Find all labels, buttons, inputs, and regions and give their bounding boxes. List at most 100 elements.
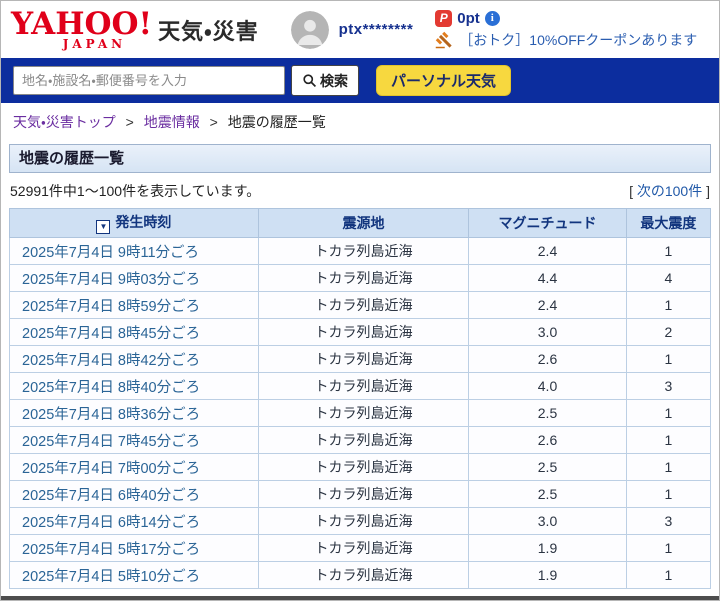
yahoo-logo-text: YAHOO! xyxy=(11,9,152,40)
earthquake-history-table: ▼ 発生時刻 震源地 マグニチュード 最大震度 2025年7月4日 9時11分ご… xyxy=(9,208,711,589)
result-count-row: 52991件中1〜100件を表示しています。 [ 次の100件 ] xyxy=(10,181,710,201)
avatar-icon xyxy=(291,11,329,49)
time-cell: 2025年7月4日 8時45分ごろ xyxy=(10,319,259,346)
magnitude-cell: 2.4 xyxy=(469,238,627,265)
next-bracket-close: ] xyxy=(702,183,710,199)
breadcrumb-link-weather-top[interactable]: 天気・災害トップ xyxy=(13,114,116,130)
epicenter-cell: トカラ列島近海 xyxy=(258,535,468,562)
quake-detail-link[interactable]: 2025年7月4日 6時40分ごろ xyxy=(22,488,200,504)
top-header: YAHOO! JAPAN 天気・災害 ptx******** P 0pt i xyxy=(1,1,719,58)
epicenter-cell: トカラ列島近海 xyxy=(258,481,468,508)
time-cell: 2025年7月4日 5時17分ごろ xyxy=(10,535,259,562)
table-row: 2025年7月4日 8時40分ごろ トカラ列島近海 4.0 3 xyxy=(10,373,711,400)
magnitude-cell: 4.0 xyxy=(469,373,627,400)
time-cell: 2025年7月4日 5時10分ごろ xyxy=(10,562,259,589)
intensity-cell: 1 xyxy=(626,562,710,589)
epicenter-cell: トカラ列島近海 xyxy=(258,238,468,265)
quake-detail-link[interactable]: 2025年7月4日 8時59分ごろ xyxy=(22,299,200,315)
page-bottom-edge xyxy=(1,596,719,600)
breadcrumb-separator: > xyxy=(210,114,218,130)
time-cell: 2025年7月4日 6時14分ごろ xyxy=(10,508,259,535)
sort-desc-icon[interactable]: ▼ xyxy=(96,220,110,234)
search-button[interactable]: 検索 xyxy=(291,65,359,96)
magnitude-cell: 2.6 xyxy=(469,427,627,454)
paypay-icon: P xyxy=(435,10,452,27)
next-bracket-open: [ xyxy=(629,183,637,199)
epicenter-cell: トカラ列島近海 xyxy=(258,265,468,292)
time-cell: 2025年7月4日 6時40分ごろ xyxy=(10,481,259,508)
intensity-cell: 1 xyxy=(626,481,710,508)
quake-detail-link[interactable]: 2025年7月4日 9時11分ごろ xyxy=(22,245,199,261)
magnitude-cell: 3.0 xyxy=(469,319,627,346)
service-title: 天気・災害 xyxy=(158,14,258,46)
auction-hammer-icon xyxy=(435,31,453,49)
magnitude-cell: 2.5 xyxy=(469,481,627,508)
time-cell: 2025年7月4日 8時40分ごろ xyxy=(10,373,259,400)
time-cell: 2025年7月4日 9時03分ごろ xyxy=(10,265,259,292)
result-count-text: 52991件中1〜100件を表示しています。 xyxy=(10,181,260,201)
magnitude-cell: 1.9 xyxy=(469,535,627,562)
coupon-text: ［おトク］10%OFFクーポンあります xyxy=(459,30,697,50)
epicenter-cell: トカラ列島近海 xyxy=(258,346,468,373)
magnitude-cell: 2.5 xyxy=(469,454,627,481)
quake-detail-link[interactable]: 2025年7月4日 8時42分ごろ xyxy=(22,353,200,369)
column-header-time[interactable]: ▼ 発生時刻 xyxy=(10,209,259,238)
epicenter-cell: トカラ列島近海 xyxy=(258,454,468,481)
time-cell: 2025年7月4日 9時11分ごろ xyxy=(10,238,259,265)
search-input[interactable] xyxy=(13,66,285,95)
time-cell: 2025年7月4日 8時36分ごろ xyxy=(10,400,259,427)
magnitude-cell: 2.6 xyxy=(469,346,627,373)
next-100-link[interactable]: 次の100件 xyxy=(637,183,702,199)
intensity-cell: 1 xyxy=(626,400,710,427)
magnitude-cell: 1.9 xyxy=(469,562,627,589)
info-icon[interactable]: i xyxy=(485,11,500,26)
quake-detail-link[interactable]: 2025年7月4日 8時36分ごろ xyxy=(22,407,200,423)
quake-detail-link[interactable]: 2025年7月4日 9時03分ごろ xyxy=(22,272,200,288)
quake-detail-link[interactable]: 2025年7月4日 8時40分ごろ xyxy=(22,380,200,396)
intensity-cell: 1 xyxy=(626,427,710,454)
quake-detail-link[interactable]: 2025年7月4日 5時10分ごろ xyxy=(22,569,200,585)
table-row: 2025年7月4日 5時17分ごろ トカラ列島近海 1.9 1 xyxy=(10,535,711,562)
quake-detail-link[interactable]: 2025年7月4日 7時45分ごろ xyxy=(22,434,200,450)
intensity-cell: 1 xyxy=(626,346,710,373)
coupon-link[interactable]: ［おトク］10%OFFクーポンあります xyxy=(435,30,697,50)
user-account[interactable]: ptx******** xyxy=(291,11,414,49)
breadcrumb: 天気・災害トップ > 地震情報 > 地震の履歴一覧 xyxy=(1,103,719,138)
intensity-cell: 1 xyxy=(626,238,710,265)
quake-detail-link[interactable]: 2025年7月4日 6時14分ごろ xyxy=(22,515,200,531)
table-row: 2025年7月4日 9時03分ごろ トカラ列島近海 4.4 4 xyxy=(10,265,711,292)
yahoo-japan-logo[interactable]: YAHOO! JAPAN xyxy=(11,9,152,50)
search-button-label: 検索 xyxy=(320,71,348,91)
epicenter-cell: トカラ列島近海 xyxy=(258,508,468,535)
table-row: 2025年7月4日 9時11分ごろ トカラ列島近海 2.4 1 xyxy=(10,238,711,265)
column-header-intensity: 最大震度 xyxy=(626,209,710,238)
quake-detail-link[interactable]: 2025年7月4日 8時45分ごろ xyxy=(22,326,200,342)
main-content: 地震の履歴一覧 52991件中1〜100件を表示しています。 [ 次の100件 … xyxy=(1,138,719,589)
search-bar: 検索 パーソナル天気 xyxy=(1,58,719,103)
table-row: 2025年7月4日 8時36分ごろ トカラ列島近海 2.5 1 xyxy=(10,400,711,427)
intensity-cell: 3 xyxy=(626,373,710,400)
magnitude-cell: 2.5 xyxy=(469,400,627,427)
epicenter-cell: トカラ列島近海 xyxy=(258,427,468,454)
table-row: 2025年7月4日 7時45分ごろ トカラ列島近海 2.6 1 xyxy=(10,427,711,454)
breadcrumb-link-earthquake-info[interactable]: 地震情報 xyxy=(144,114,200,130)
table-row: 2025年7月4日 8時45分ごろ トカラ列島近海 3.0 2 xyxy=(10,319,711,346)
header-right-info: P 0pt i ［おトク］10%OFFクーポンあります xyxy=(435,10,697,50)
epicenter-cell: トカラ列島近海 xyxy=(258,400,468,427)
magnitude-cell: 2.4 xyxy=(469,292,627,319)
table-row: 2025年7月4日 6時14分ごろ トカラ列島近海 3.0 3 xyxy=(10,508,711,535)
next-page: [ 次の100件 ] xyxy=(629,181,710,201)
intensity-cell: 2 xyxy=(626,319,710,346)
epicenter-cell: トカラ列島近海 xyxy=(258,319,468,346)
paypay-points-link[interactable]: 0pt xyxy=(457,10,480,27)
quake-detail-link[interactable]: 2025年7月4日 7時00分ごろ xyxy=(22,461,200,477)
yahoo-logo-japan-text: JAPAN xyxy=(63,38,152,50)
epicenter-cell: トカラ列島近海 xyxy=(258,292,468,319)
personal-weather-button[interactable]: パーソナル天気 xyxy=(376,65,511,96)
table-header-row: ▼ 発生時刻 震源地 マグニチュード 最大震度 xyxy=(10,209,711,238)
time-cell: 2025年7月4日 8時42分ごろ xyxy=(10,346,259,373)
quake-detail-link[interactable]: 2025年7月4日 5時17分ごろ xyxy=(22,542,200,558)
table-row: 2025年7月4日 5時10分ごろ トカラ列島近海 1.9 1 xyxy=(10,562,711,589)
time-cell: 2025年7月4日 8時59分ごろ xyxy=(10,292,259,319)
page-title: 地震の履歴一覧 xyxy=(9,144,711,173)
